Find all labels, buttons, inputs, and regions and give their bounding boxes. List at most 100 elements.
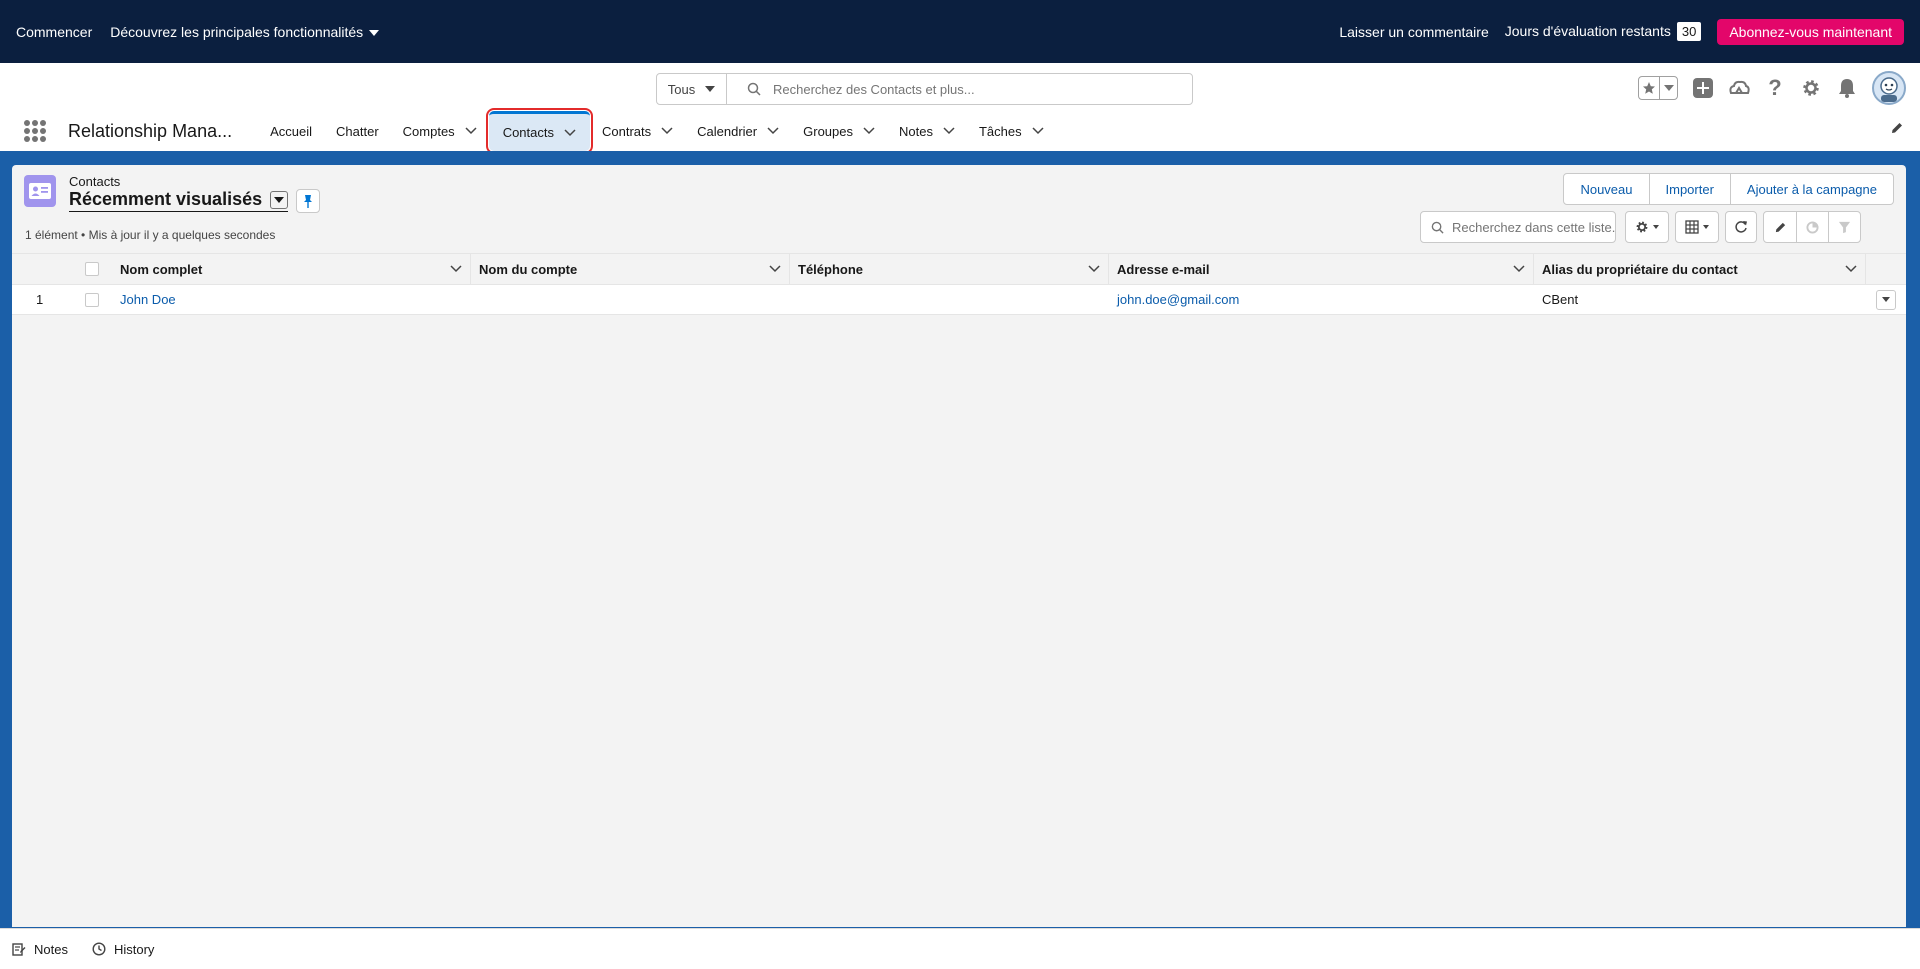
column-header-phone[interactable]: Téléphone (790, 254, 1109, 284)
nav-item-accueil[interactable]: Accueil (258, 111, 324, 151)
clock-icon (92, 942, 106, 956)
global-header: Tous ? (0, 63, 1920, 111)
row-number: 1 (36, 292, 44, 307)
nav-item-label: Chatter (336, 123, 379, 139)
nav-item-contacts[interactable]: Contacts (485, 108, 594, 154)
nav-item-label: Comptes (402, 123, 455, 139)
chevron-down-icon[interactable] (1088, 265, 1100, 273)
chevron-down-icon[interactable] (564, 128, 576, 137)
column-header-name[interactable]: Nom complet (112, 254, 471, 284)
chevron-down-icon[interactable] (450, 265, 462, 273)
list-meta: 1 élément • Mis à jour il y a quelques s… (25, 228, 276, 242)
column-header-label: Nom du compte (479, 261, 578, 277)
discover-features-menu[interactable]: Découvrez les principales fonctionnalité… (110, 24, 380, 40)
utility-notes[interactable]: Notes (12, 942, 68, 957)
filter-icon[interactable] (1828, 212, 1860, 242)
help-icon[interactable]: ? (1764, 75, 1786, 100)
nav-item-calendrier[interactable]: Calendrier (685, 111, 791, 151)
nav-item-taches[interactable]: Tâches (967, 111, 1056, 151)
nav-item-notes[interactable]: Notes (887, 111, 967, 151)
list-settings-button[interactable] (1625, 211, 1669, 243)
feedback-link[interactable]: Laisser un commentaire (1339, 24, 1488, 40)
cell-name: John Doe (112, 285, 471, 314)
refresh-button[interactable] (1725, 211, 1757, 243)
object-label: Contacts (69, 174, 121, 189)
inline-edit-pencil-icon[interactable] (1764, 212, 1796, 242)
nav-item-groupes[interactable]: Groupes (791, 111, 887, 151)
chevron-down-icon[interactable] (1032, 127, 1044, 135)
table-icon (1685, 220, 1699, 234)
utility-history[interactable]: History (92, 942, 154, 957)
nav-item-label: Groupes (803, 123, 853, 139)
utility-history-label: History (113, 941, 155, 957)
contact-card-icon (24, 175, 56, 207)
column-header-label: Nom complet (120, 261, 203, 277)
chevron-down-icon[interactable] (1513, 265, 1525, 273)
get-started-link[interactable]: Commencer (16, 24, 92, 40)
list-view-card: Contacts Récemment visualisés Nouveau Im… (12, 165, 1906, 927)
refresh-icon (1735, 221, 1747, 233)
new-button[interactable]: Nouveau (1563, 173, 1650, 205)
nav-item-label: Notes (899, 123, 933, 139)
nav-item-chatter[interactable]: Chatter (324, 111, 391, 151)
chevron-down-icon[interactable] (661, 127, 673, 135)
contact-name-link[interactable]: John Doe (120, 292, 176, 307)
column-header-email[interactable]: Adresse e-mail (1109, 254, 1534, 284)
chevron-down-icon[interactable] (767, 127, 779, 135)
trial-days: Jours d'évaluation restants 30 (1505, 22, 1702, 41)
display-as-button[interactable] (1675, 211, 1719, 243)
bell-icon[interactable] (1836, 77, 1858, 99)
column-header-owner[interactable]: Alias du propriétaire du contact (1534, 254, 1866, 284)
cell-account (471, 285, 790, 314)
subscribe-button[interactable]: Abonnez-vous maintenant (1717, 18, 1904, 45)
import-button[interactable]: Importer (1649, 173, 1731, 205)
chevron-down-icon[interactable] (465, 127, 477, 135)
search-scope-dropdown[interactable]: Tous (657, 74, 727, 104)
chevron-down-icon[interactable] (943, 127, 955, 135)
app-name: Relationship Mana... (68, 120, 233, 141)
workspace: Contacts Récemment visualisés Nouveau Im… (0, 151, 1920, 928)
list-search-input[interactable] (1452, 219, 1615, 235)
row-actions-dropdown-icon[interactable] (1876, 289, 1896, 310)
search-box (727, 74, 1192, 104)
gear-icon[interactable] (1800, 77, 1822, 99)
chevron-down-icon[interactable] (769, 265, 781, 273)
list-view-name: Récemment visualisés (69, 189, 263, 209)
pin-icon[interactable] (296, 189, 320, 213)
nav-item-label: Accueil (270, 123, 313, 139)
row-select-cell (72, 285, 112, 314)
global-create-icon[interactable] (1692, 77, 1714, 99)
contact-email-link[interactable]: john.doe@gmail.com (1117, 292, 1239, 307)
search-scope-label: Tous (667, 81, 696, 97)
caret-down-icon (705, 86, 716, 92)
cell-email: john.doe@gmail.com (1109, 285, 1534, 314)
row-actions-cell (1866, 285, 1906, 314)
contacts-table: Nom complet Nom du compte Téléphone Adre… (12, 253, 1906, 315)
list-view-dropdown-icon[interactable] (270, 190, 289, 209)
nav-item-label: Tâches (978, 123, 1022, 139)
cell-phone (790, 285, 1109, 314)
nav-item-contrats[interactable]: Contrats (590, 111, 685, 151)
app-launcher-icon[interactable] (24, 120, 46, 142)
favorites-group (1638, 76, 1678, 100)
nav-item-comptes[interactable]: Comptes (391, 111, 489, 151)
chart-icon[interactable] (1796, 212, 1828, 242)
favorites-star-icon[interactable] (1639, 77, 1659, 99)
row-checkbox[interactable] (85, 292, 99, 307)
gear-icon (1636, 221, 1648, 233)
chevron-down-icon[interactable] (1845, 265, 1857, 273)
app-navigation: Relationship Mana... Accueil Chatter Com… (0, 108, 1920, 154)
trial-banner: Commencer Découvrez les principales fonc… (0, 0, 1920, 63)
list-view-picker[interactable]: Récemment visualisés (69, 189, 289, 212)
trailhead-icon[interactable] (1728, 77, 1750, 99)
chevron-down-icon[interactable] (863, 127, 875, 135)
add-to-campaign-button[interactable]: Ajouter à la campagne (1730, 173, 1894, 205)
edit-nav-pencil-icon[interactable] (1890, 121, 1904, 138)
favorites-dropdown-icon[interactable] (1659, 77, 1677, 99)
global-search-input[interactable] (773, 81, 1192, 97)
trial-days-count: 30 (1676, 22, 1702, 41)
avatar[interactable] (1872, 71, 1906, 105)
list-search (1420, 211, 1616, 243)
select-all-checkbox[interactable] (85, 262, 99, 276)
column-header-account[interactable]: Nom du compte (471, 254, 790, 284)
